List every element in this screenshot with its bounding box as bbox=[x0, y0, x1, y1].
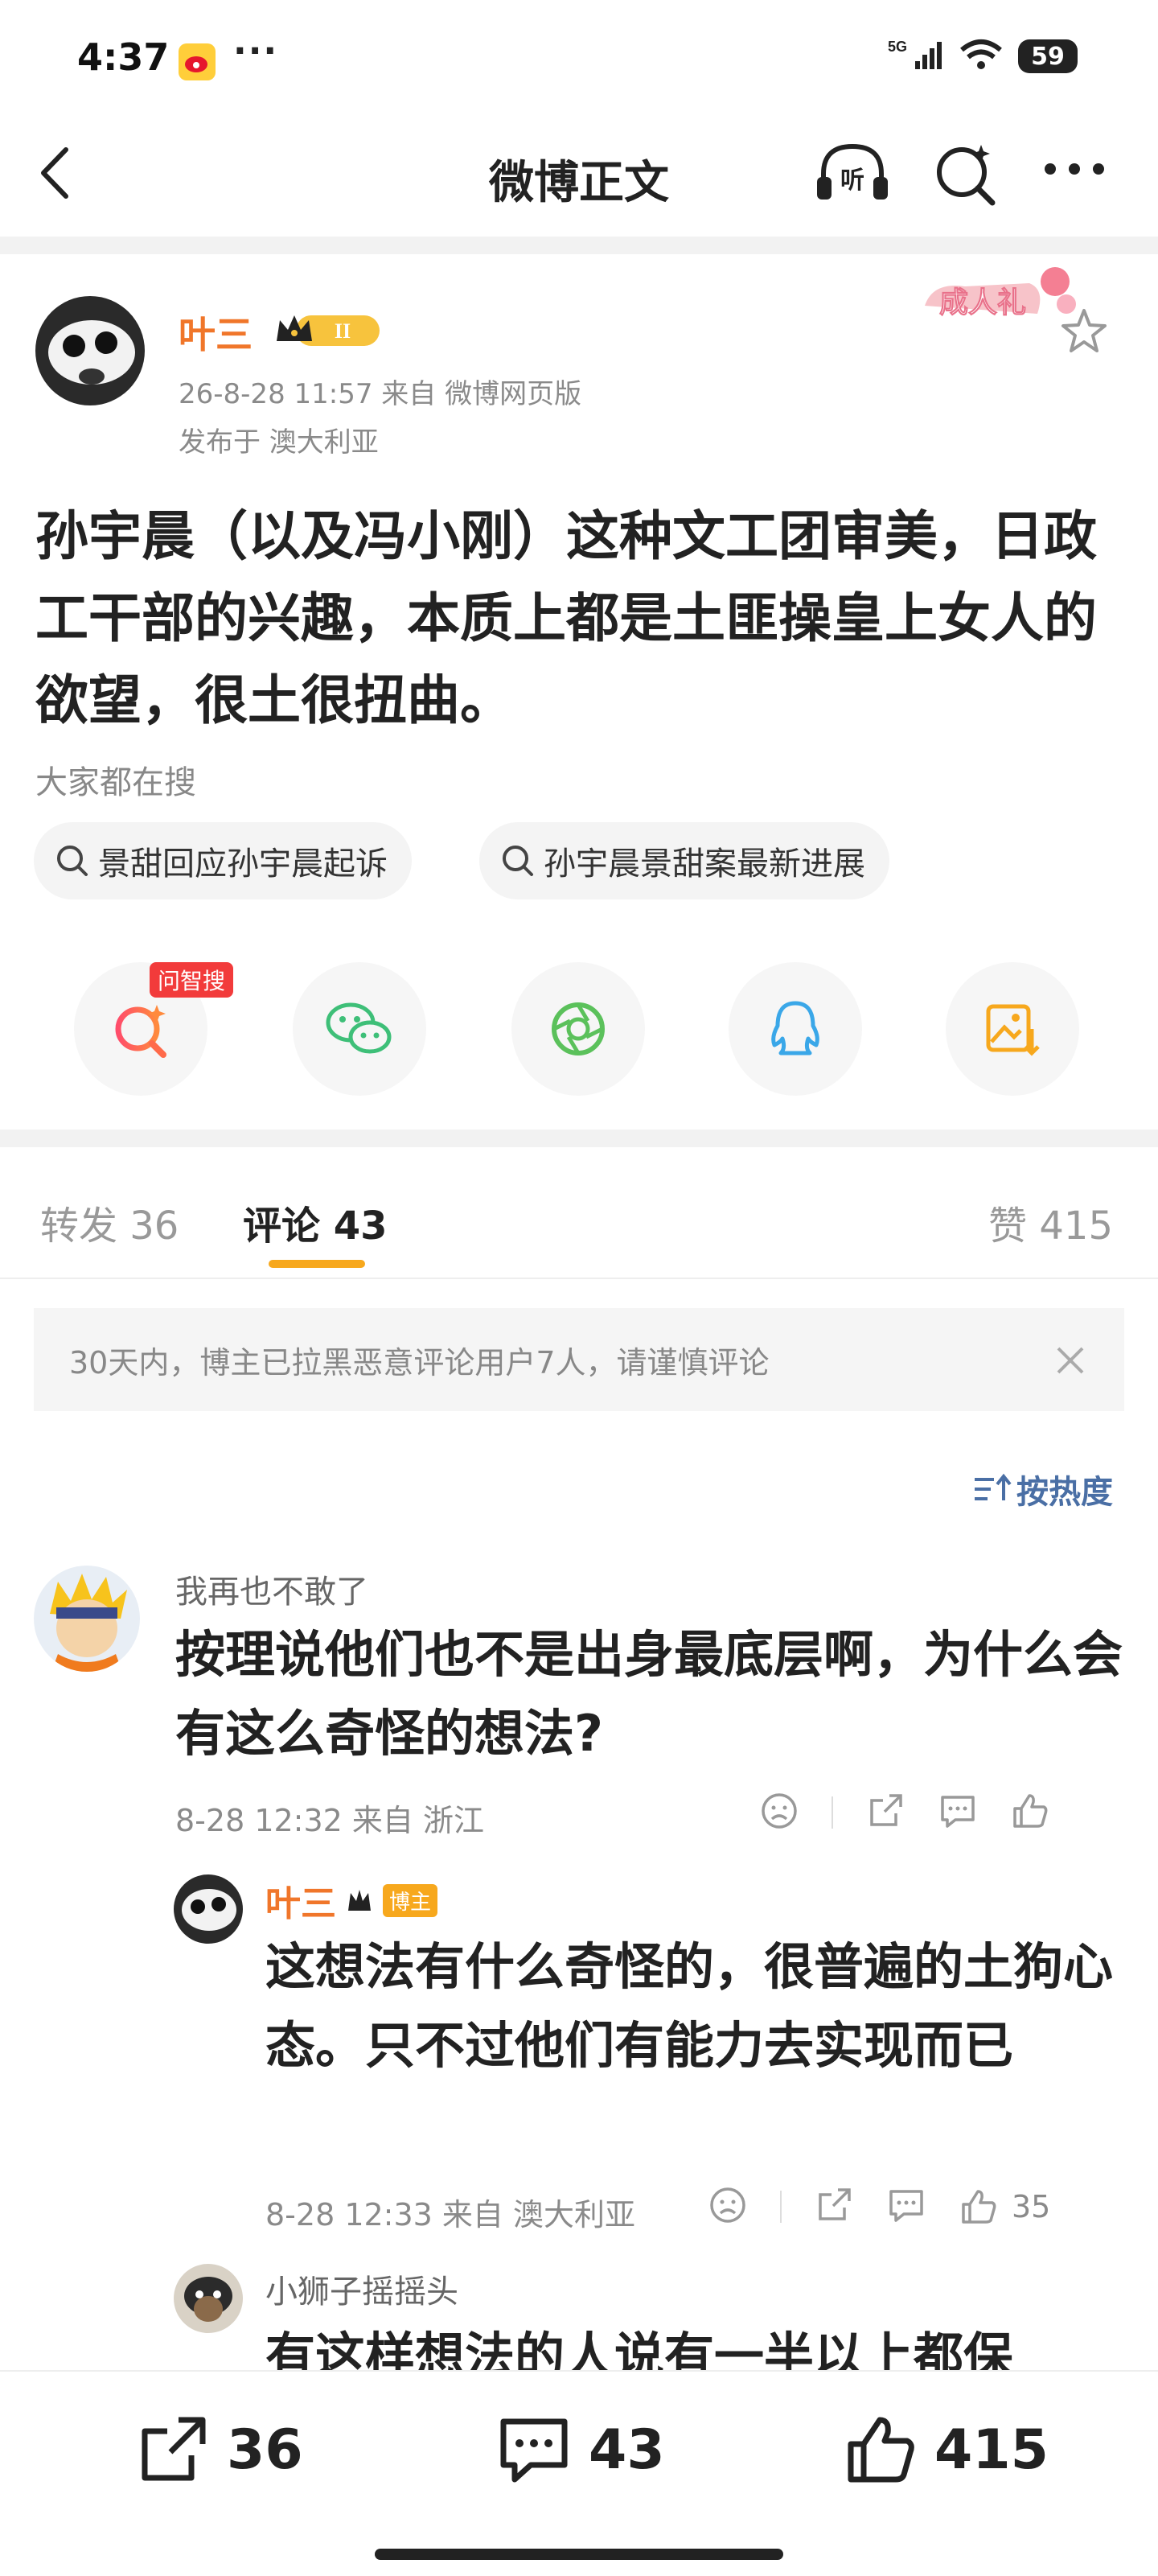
reply-text: 这想法有什么奇怪的，很普遍的土狗心态。只不过他们有能力去实现而已 bbox=[265, 1937, 1114, 2075]
repost-comment-button[interactable] bbox=[865, 1791, 905, 1834]
wechat-icon bbox=[326, 1002, 392, 1054]
search-icon bbox=[57, 846, 88, 876]
comment-meta: 8-28 12:32 来自 浙江 bbox=[175, 1803, 484, 1838]
commenter-avatar[interactable] bbox=[34, 1566, 140, 1672]
repost-count: 36 bbox=[227, 2418, 303, 2482]
wechat-share-button[interactable] bbox=[293, 962, 426, 1096]
tab-like[interactable]: 赞 415 bbox=[988, 1194, 1113, 1250]
status-more-dots: ··· bbox=[233, 31, 279, 72]
qq-share-button[interactable] bbox=[729, 962, 862, 1096]
comment-icon bbox=[500, 2418, 568, 2483]
like-count: 415 bbox=[934, 2418, 1049, 2482]
hot-search-chip[interactable]: 孙宇晨景甜案最新进展 bbox=[479, 822, 889, 899]
like-count: 35 bbox=[1012, 2189, 1051, 2224]
nav-divider bbox=[0, 237, 1158, 254]
section-divider bbox=[0, 1130, 1158, 1147]
svg-text:II: II bbox=[335, 319, 351, 343]
reply-header: 叶三 博主 bbox=[265, 1874, 438, 1926]
weibo-notification-icon bbox=[179, 43, 216, 80]
hot-search-label: 大家都在搜 bbox=[35, 764, 196, 801]
share-icon bbox=[142, 2417, 206, 2481]
image-download-icon bbox=[986, 1004, 1040, 1056]
listen-button[interactable]: 听 bbox=[812, 137, 893, 212]
thumbs-up-icon bbox=[1013, 1794, 1048, 1828]
action-separator bbox=[780, 2191, 782, 2223]
reply-meta: 8-28 12:33 来自 澳大利亚 bbox=[265, 2197, 635, 2232]
search-icon bbox=[503, 846, 533, 876]
reply-actions: 35 bbox=[708, 2185, 1050, 2228]
home-indicator bbox=[375, 2549, 783, 2560]
coming-of-age-sticker: 成人礼 bbox=[917, 257, 1078, 338]
like-button[interactable]: 35 bbox=[959, 2187, 1050, 2227]
comment-notice-text: 30天内，博主已拉黑恶意评论用户7人，请谨慎评论 bbox=[69, 1344, 770, 1381]
post-location: 发布于 澳大利亚 bbox=[179, 426, 379, 459]
post-date-source: 26-8-28 11:57 来自 微博网页版 bbox=[179, 378, 582, 410]
author-name[interactable]: 叶三 bbox=[179, 306, 253, 359]
crown-icon bbox=[348, 1890, 371, 1911]
dislike-button[interactable] bbox=[708, 2185, 748, 2228]
moments-icon bbox=[552, 1002, 605, 1056]
ai-search-badge: 问智搜 bbox=[150, 962, 234, 998]
frown-face-icon bbox=[762, 1793, 797, 1829]
reply-text-clip: 有这样想法的人说有一半以上都保 bbox=[0, 2317, 1158, 2370]
status-time: 4:37 bbox=[77, 35, 170, 79]
thumbs-up-icon bbox=[848, 2417, 914, 2483]
hot-search-chip-label: 景甜回应孙宇晨起诉 bbox=[98, 846, 388, 883]
reply-button[interactable] bbox=[886, 2185, 926, 2228]
status-indicators: 5G 59 bbox=[888, 37, 1078, 76]
bottom-repost-button[interactable]: 36 bbox=[137, 2413, 303, 2486]
save-image-button[interactable] bbox=[946, 962, 1079, 1096]
signal-icon: 5G bbox=[888, 37, 944, 76]
action-separator bbox=[832, 1796, 833, 1829]
share-icon bbox=[870, 1794, 902, 1826]
tab-repost[interactable]: 转发 36 bbox=[40, 1194, 179, 1250]
dislike-button[interactable] bbox=[759, 1791, 799, 1834]
qq-icon bbox=[771, 1001, 819, 1056]
bottom-comment-button[interactable]: 43 bbox=[497, 2413, 665, 2486]
blogger-tag: 博主 bbox=[383, 1883, 438, 1917]
close-notice-button[interactable] bbox=[1053, 1344, 1087, 1381]
hot-search-chip[interactable]: 景甜回应孙宇晨起诉 bbox=[34, 822, 412, 899]
comment-actions bbox=[759, 1791, 1050, 1834]
post-body: 孙宇晨（以及冯小刚）这种文工团审美，日政工干部的兴趣，本质上都是土匪操皇上女人的… bbox=[35, 505, 1097, 731]
author-avatar[interactable] bbox=[35, 296, 145, 405]
more-button[interactable] bbox=[1041, 145, 1108, 196]
battery-indicator: 59 bbox=[1018, 39, 1078, 73]
reply-author[interactable]: 叶三 bbox=[265, 1874, 336, 1926]
tab-comment[interactable]: 评论 43 bbox=[243, 1194, 388, 1250]
reply-avatar[interactable] bbox=[174, 1874, 243, 1944]
comment-author[interactable]: 我再也不敢了 bbox=[175, 1566, 368, 1612]
comment-icon bbox=[889, 2190, 923, 2222]
search-button[interactable] bbox=[933, 142, 1000, 212]
reply-text: 有这样想法的人说有一半以上都保 bbox=[265, 2327, 1014, 2370]
vip-crown-badge: II bbox=[273, 309, 383, 354]
comment-notice: 30天内，博主已拉黑恶意评论用户7人，请谨慎评论 bbox=[34, 1308, 1124, 1411]
like-button[interactable] bbox=[1010, 1791, 1050, 1834]
comment-text: 按理说他们也不是出身最底层啊，为什么会有这么奇怪的想法? bbox=[175, 1625, 1123, 1763]
svg-text:5G: 5G bbox=[888, 39, 907, 55]
comment-count: 43 bbox=[589, 2418, 665, 2482]
moments-share-button[interactable] bbox=[511, 962, 645, 1096]
reply-author[interactable]: 小狮子摇摇头 bbox=[265, 2265, 458, 2312]
repost-comment-button[interactable] bbox=[814, 2185, 854, 2228]
reply-button[interactable] bbox=[938, 1791, 978, 1834]
close-icon bbox=[1057, 1347, 1084, 1374]
favorite-star-icon[interactable] bbox=[1058, 306, 1110, 360]
bottom-like-button[interactable]: 415 bbox=[844, 2413, 1049, 2486]
hot-search-chip-label: 孙宇晨景甜案最新进展 bbox=[544, 846, 865, 883]
tab-active-indicator bbox=[269, 1260, 365, 1268]
sort-icon bbox=[975, 1473, 1012, 1500]
share-icon bbox=[819, 2188, 851, 2220]
svg-text:听: 听 bbox=[840, 167, 864, 195]
svg-text:成人礼: 成人礼 bbox=[939, 286, 1026, 319]
sort-label: 按热度 bbox=[1016, 1474, 1113, 1511]
frown-face-icon bbox=[710, 2187, 745, 2223]
wifi-icon bbox=[959, 37, 1004, 76]
thumbs-up-icon bbox=[962, 2190, 996, 2224]
tabs-divider bbox=[0, 1278, 1158, 1279]
comment-icon bbox=[941, 1796, 975, 1828]
sort-by-hot-button[interactable]: 按热度 bbox=[973, 1466, 1113, 1512]
